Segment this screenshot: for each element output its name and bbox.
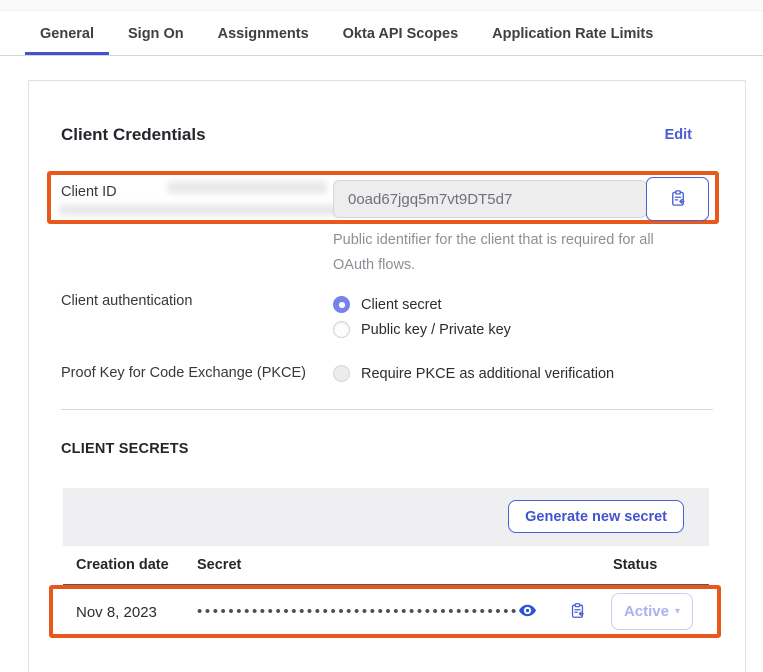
radio-label: Client secret <box>361 297 442 313</box>
column-header-creation-date: Creation date <box>76 546 169 585</box>
secret-table-row: Nov 8, 2023 ••••••••••••••••••••••••••••… <box>63 585 709 638</box>
status-label: Active <box>624 603 669 620</box>
client-authentication-label: Client authentication <box>61 293 192 309</box>
copy-client-id-button[interactable] <box>646 177 709 221</box>
column-header-secret: Secret <box>197 546 241 585</box>
reveal-secret-button[interactable] <box>513 598 541 626</box>
client-id-input[interactable] <box>333 180 647 218</box>
tab-assignments[interactable]: Assignments <box>203 11 324 56</box>
edit-link[interactable]: Edit <box>665 127 692 143</box>
client-secrets-toolbar: Generate new secret <box>63 488 709 546</box>
secret-creation-date: Nov 8, 2023 <box>76 604 157 621</box>
pkce-option-label: Require PKCE as additional verification <box>361 366 614 382</box>
redacted-smudge <box>59 204 341 216</box>
clipboard-copy-icon <box>669 189 687 210</box>
client-id-help-text: Public identifier for the client that is… <box>333 228 678 278</box>
section-divider <box>61 409 713 410</box>
redacted-smudge <box>167 181 327 194</box>
masked-secret-value: ••••••••••••••••••••••••••••••••••••••••… <box>197 603 527 620</box>
secrets-table-header: Creation date Secret Status <box>63 546 709 585</box>
radio-public-private-key[interactable]: Public key / Private key <box>333 317 511 342</box>
pkce-label: Proof Key for Code Exchange (PKCE) <box>61 365 306 381</box>
client-authentication-options: Client secret Public key / Private key <box>333 292 511 342</box>
radio-unselected-icon[interactable] <box>333 321 350 338</box>
checkbox-unchecked-icon[interactable] <box>333 365 350 382</box>
client-id-label: Client ID <box>61 184 117 200</box>
chevron-down-icon: ▾ <box>675 606 680 617</box>
tab-okta-api-scopes[interactable]: Okta API Scopes <box>328 11 474 56</box>
column-header-status: Status <box>613 546 657 585</box>
generate-new-secret-button[interactable]: Generate new secret <box>508 500 684 533</box>
app-tabs: General Sign On Assignments Okta API Sco… <box>25 11 668 56</box>
top-strip <box>0 0 763 11</box>
tab-application-rate-limits[interactable]: Application Rate Limits <box>477 11 668 56</box>
copy-secret-button[interactable] <box>563 598 591 626</box>
tabbar-divider <box>0 55 763 56</box>
section-title-client-credentials: Client Credentials <box>61 125 206 145</box>
eye-icon <box>518 601 537 623</box>
secret-status-dropdown[interactable]: Active ▾ <box>611 593 693 630</box>
client-credentials-card: Client Credentials Edit Client ID Public… <box>28 80 746 672</box>
radio-client-secret[interactable]: Client secret <box>333 292 511 317</box>
tab-sign-on[interactable]: Sign On <box>113 11 199 56</box>
tab-general[interactable]: General <box>25 11 109 56</box>
radio-selected-icon[interactable] <box>333 296 350 313</box>
client-secrets-title: CLIENT SECRETS <box>61 441 189 457</box>
pkce-checkbox-row[interactable]: Require PKCE as additional verification <box>333 365 614 382</box>
radio-label: Public key / Private key <box>361 322 511 338</box>
clipboard-copy-icon <box>569 602 586 622</box>
okta-app-settings-page: General Sign On Assignments Okta API Sco… <box>0 0 763 672</box>
